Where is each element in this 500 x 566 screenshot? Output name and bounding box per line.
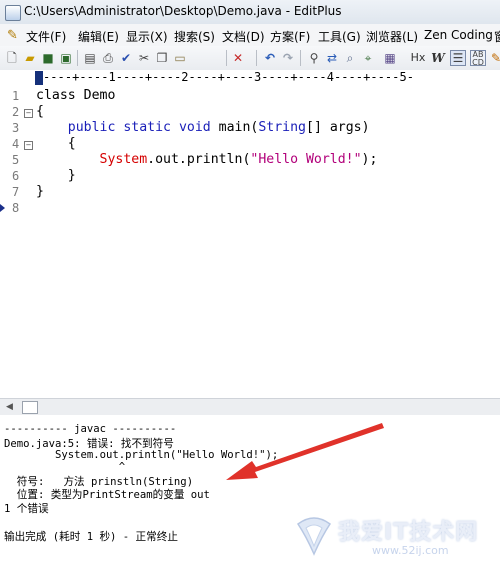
arrow-shape <box>226 423 384 480</box>
watermark-logo-icon <box>296 517 332 556</box>
watermark-site-name: 我爱IT技术网 <box>338 520 479 545</box>
annotation-arrow <box>226 423 384 480</box>
watermark-url: www.52ij.com <box>372 544 449 557</box>
watermark: 我爱IT技术网 www.52ij.com <box>282 512 494 562</box>
